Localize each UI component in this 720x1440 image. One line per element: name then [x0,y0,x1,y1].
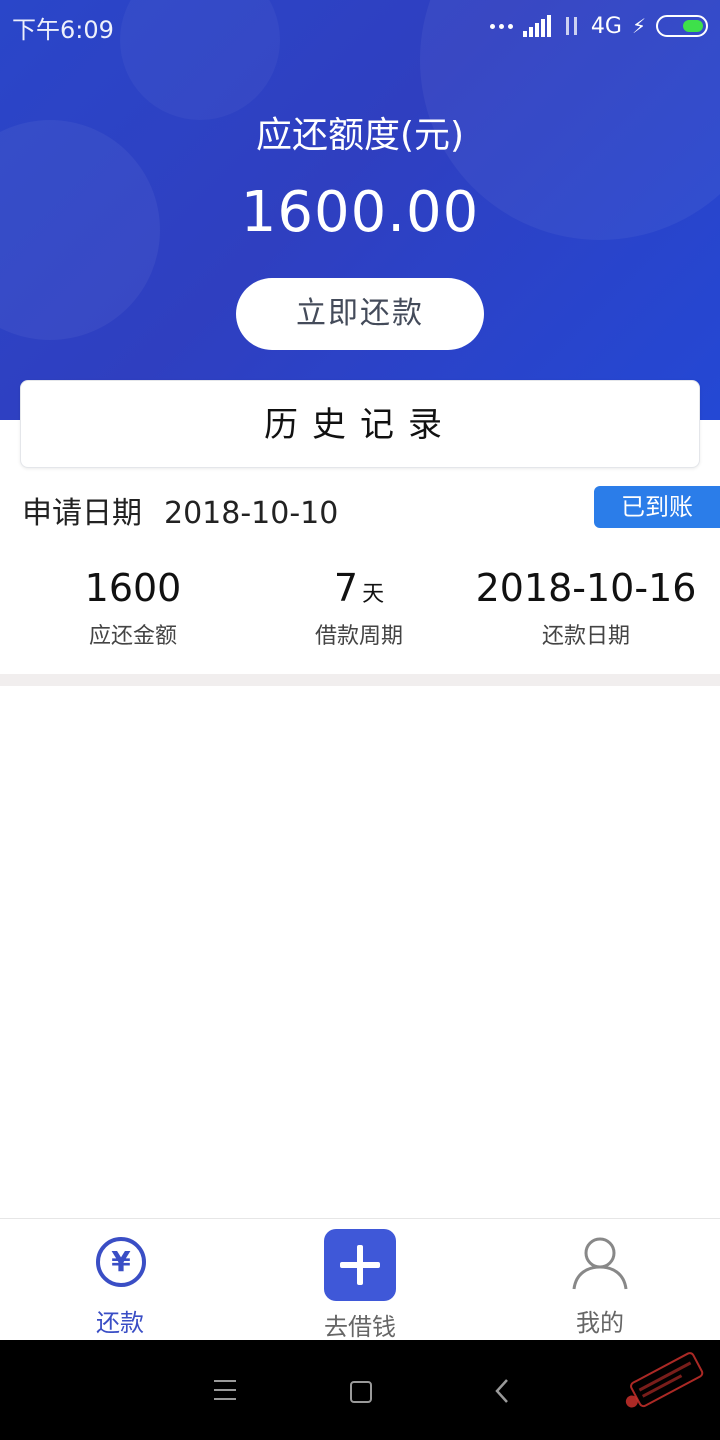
system-navigation-bar [0,1340,720,1440]
stat-label: 借款周期 [314,624,403,649]
stat-value: 7 [333,566,359,610]
stat-repay-date: 2018-10-16 还款日期 [452,566,720,650]
tab-repay[interactable]: ¥ 还款 [0,1219,240,1341]
stat-unit: 天 [362,582,385,607]
battery-level [683,20,703,32]
loan-record-card: 申请日期 2018-10-10 已到账 1600 应还金额 7天 借款周期 201… [0,478,720,674]
history-records-header[interactable]: 历史记录 [20,380,700,468]
due-amount-value: 1600.00 [240,180,480,245]
user-icon [572,1237,628,1290]
stat-loan-period: 7天 借款周期 [266,566,452,650]
stat-value: 1600 [84,566,182,610]
back-icon[interactable] [492,1378,512,1404]
tab-borrow[interactable]: 去借钱 [240,1219,480,1341]
signal-icon [522,15,553,37]
stat-label: 应还金额 [88,624,177,649]
repay-now-button[interactable]: 立即还款 [236,278,484,350]
section-divider [0,674,720,686]
home-icon[interactable] [350,1381,372,1403]
status-badge: 已到账 [594,486,720,528]
header-banner: 下午6:09 4G ⚡ 应还额度(元) 1600.00 立即还款 [0,0,720,420]
tab-mine[interactable]: 我的 [480,1219,720,1341]
stat-value: 2018-10-16 [475,566,697,610]
tab-mine-label: 我的 [576,1309,624,1337]
tab-repay-label: 还款 [96,1309,144,1337]
status-bar: 下午6:09 4G ⚡ [0,0,720,52]
tab-borrow-label: 去借钱 [324,1313,396,1341]
due-amount-title: 应还额度(元) [255,115,465,156]
plus-icon [324,1229,396,1301]
network-type: 4G [590,13,622,39]
yen-circle-icon: ¥ [96,1237,146,1287]
apply-date-label: 申请日期 [22,496,142,531]
stat-label: 还款日期 [541,624,630,649]
menu-icon[interactable] [214,1380,236,1400]
status-icons: 4G ⚡ [489,12,708,40]
battery-icon [656,15,708,37]
status-time: 下午6:09 [12,16,114,44]
watermark-logo-icon [625,1352,704,1408]
more-notifications-icon [489,23,513,29]
loan-stats: 1600 应还金额 7天 借款周期 2018-10-16 还款日期 [0,566,720,650]
bottom-tab-bar: ¥ 还款 去借钱 我的 [0,1218,720,1341]
apply-date-row: 申请日期 2018-10-10 [22,488,338,532]
apply-date-value: 2018-10-10 [164,496,339,531]
data-transfer-icon [563,15,581,37]
charging-icon: ⚡ [631,14,646,38]
stat-due-amount: 1600 应还金额 [0,566,266,650]
